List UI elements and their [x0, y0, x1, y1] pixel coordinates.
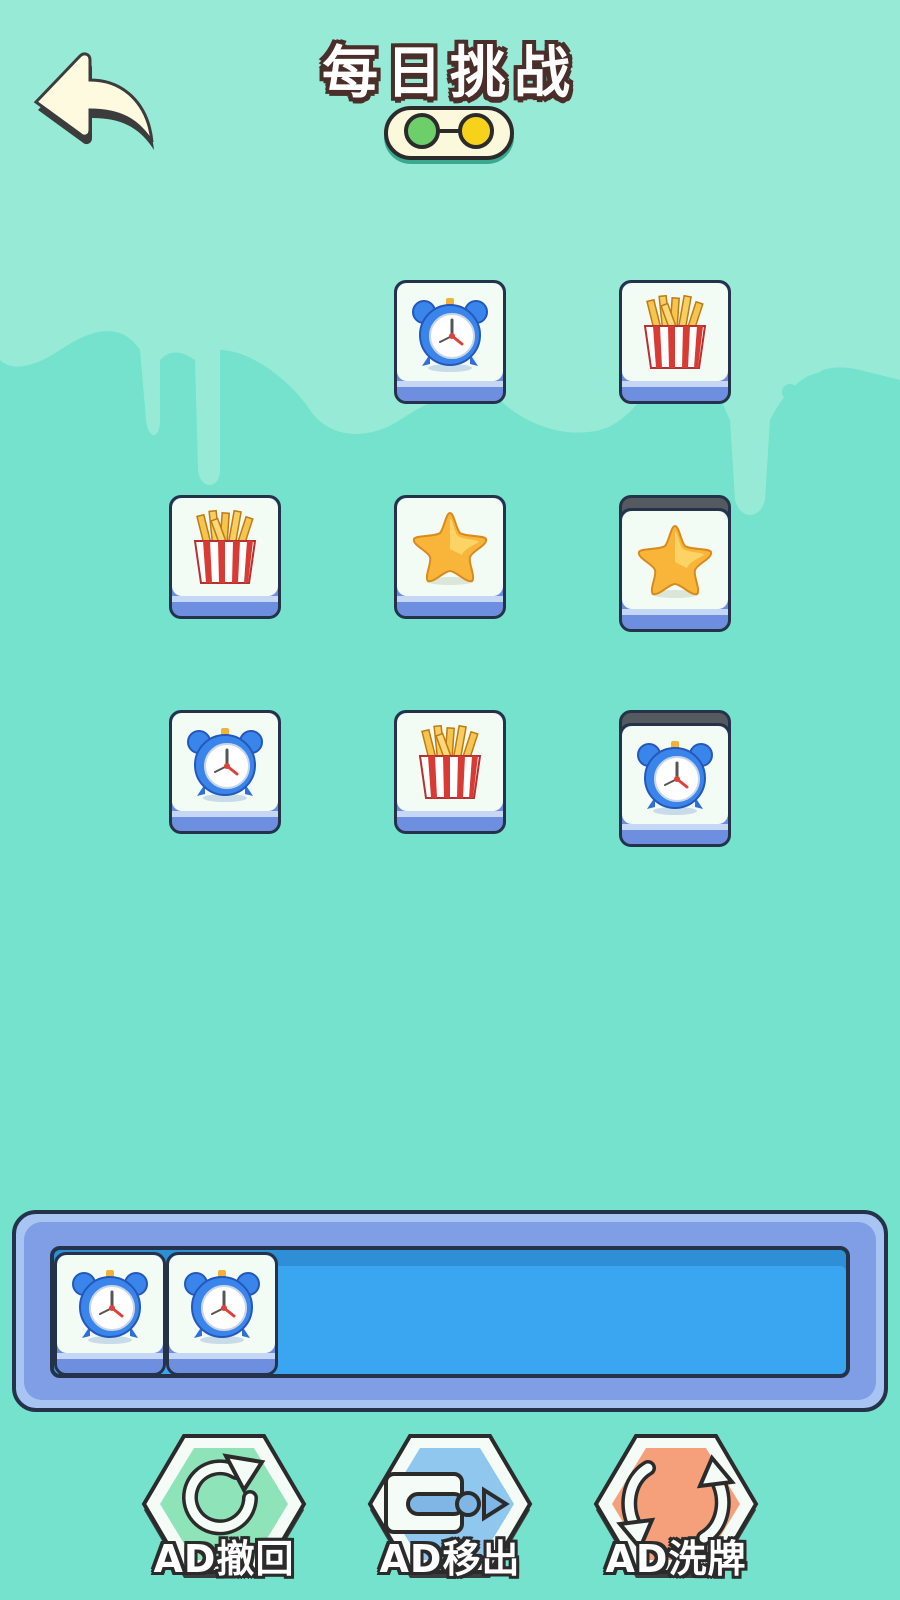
alarm-clock-icon — [183, 720, 267, 804]
star-icon — [408, 505, 492, 589]
page-title: 每日挑战 — [322, 41, 578, 106]
undo-button[interactable]: AD撤回 — [138, 1428, 310, 1586]
tray-tile — [166, 1252, 278, 1376]
shuffle-button[interactable]: AD洗牌 — [590, 1428, 762, 1586]
board-tile[interactable] — [394, 710, 506, 834]
move-out-button-label: AD移出 — [379, 1537, 521, 1581]
star-icon — [633, 518, 717, 602]
stage-1-dot — [404, 113, 440, 149]
board-tile[interactable] — [619, 280, 731, 404]
french-fries-icon — [408, 720, 492, 804]
shuffle-button-label: AD洗牌 — [605, 1537, 747, 1581]
alarm-clock-icon — [408, 290, 492, 374]
board-tile[interactable] — [619, 508, 731, 632]
french-fries-icon — [633, 290, 717, 374]
alarm-clock-icon — [68, 1262, 152, 1346]
board-tile[interactable] — [619, 723, 731, 847]
alarm-clock-icon — [180, 1262, 264, 1346]
stage-progress-indicator — [384, 106, 514, 160]
french-fries-icon — [183, 505, 267, 589]
board-tile[interactable] — [394, 495, 506, 619]
board-tile[interactable] — [169, 495, 281, 619]
board-tile[interactable] — [394, 280, 506, 404]
stage-2-dot — [458, 113, 494, 149]
tray-tile — [54, 1252, 166, 1376]
move-out-button[interactable]: AD移出 — [364, 1428, 536, 1586]
undo-button-label: AD撤回 — [153, 1537, 295, 1581]
board-tile[interactable] — [169, 710, 281, 834]
alarm-clock-icon — [633, 733, 717, 817]
